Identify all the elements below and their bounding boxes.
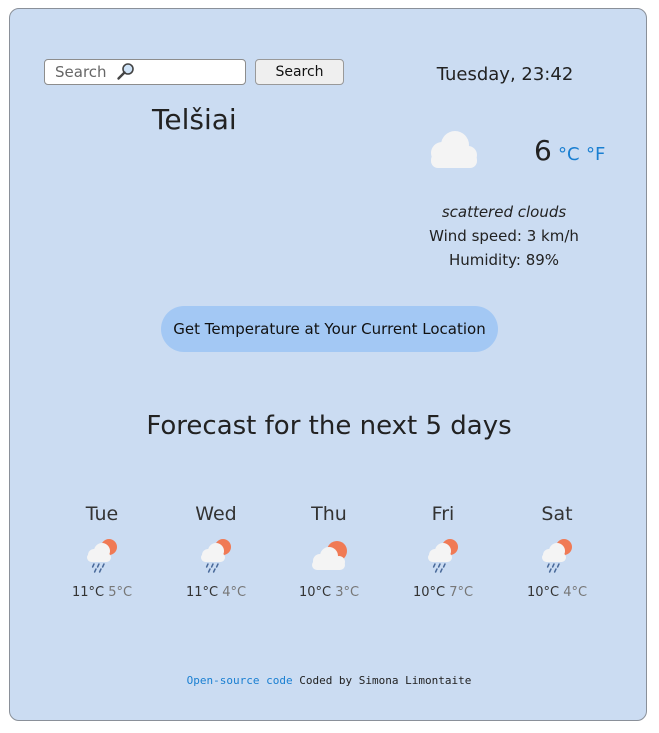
fahrenheit-link[interactable]: °F — [586, 144, 605, 165]
forecast-min-temp: 4°C — [222, 585, 247, 600]
forecast-max-temp: 10°C — [412, 585, 446, 600]
forecast-day: Sat 10°C 4°C — [502, 503, 612, 600]
forecast-day: Fri 10°C 7°C — [388, 503, 498, 600]
source-code-link[interactable]: Open-source code — [187, 674, 293, 687]
search-button[interactable]: Search — [255, 59, 344, 85]
forecast-max-temp: 10°C — [298, 585, 332, 600]
forecast-day-name: Tue — [85, 503, 119, 525]
forecast-day-name: Wed — [195, 503, 237, 525]
forecast-temperatures: 11°C 4°C — [161, 585, 271, 600]
sun-rain-cloud-icon — [87, 539, 117, 573]
celsius-link[interactable]: °C — [558, 144, 580, 165]
forecast-max-temp: 10°C — [526, 585, 560, 600]
forecast-day: Tue 11°C 5°C — [47, 503, 157, 600]
current-location-button[interactable]: Get Temperature at Your Current Location — [161, 306, 498, 352]
forecast-temperatures: 11°C 5°C — [47, 585, 157, 600]
footer-credit: Coded by Simona Limontaite — [292, 674, 472, 687]
forecast-max-temp: 11°C — [71, 585, 105, 600]
forecast-title: Forecast for the next 5 days — [146, 411, 512, 441]
sun-rain-cloud-icon — [201, 539, 231, 573]
forecast-day: Wed 11°C 4°C — [161, 503, 271, 600]
city-name: Telšiai — [152, 103, 237, 136]
sun-behind-cloud-icon — [312, 541, 347, 570]
forecast-min-temp: 7°C — [449, 585, 474, 600]
cloud-icon — [431, 131, 477, 168]
search-input[interactable] — [44, 59, 246, 85]
sun-rain-cloud-icon — [542, 539, 572, 573]
forecast-min-temp: 4°C — [563, 585, 588, 600]
search-icon — [117, 63, 134, 80]
forecast-day-name: Sat — [541, 503, 573, 525]
forecast-min-temp: 5°C — [108, 585, 133, 600]
wind-speed: Wind speed: 3 km/h — [429, 227, 579, 245]
current-datetime: Tuesday, 23:42 — [436, 64, 574, 85]
forecast-temperatures: 10°C 3°C — [274, 585, 384, 600]
humidity: Humidity: 89% — [448, 251, 560, 269]
weather-card: Search Tuesday, 23:42 Telšiai 6 °C °F sc… — [9, 8, 647, 721]
forecast-day: Thu 10°C 3°C — [274, 503, 384, 600]
weather-description: scattered clouds — [441, 203, 567, 221]
forecast-temperatures: 10°C 7°C — [388, 585, 498, 600]
forecast-min-temp: 3°C — [335, 585, 360, 600]
current-temperature: 6 — [534, 134, 552, 167]
forecast-max-temp: 11°C — [185, 585, 219, 600]
forecast-day-name: Fri — [431, 503, 455, 525]
forecast-day-name: Thu — [311, 503, 347, 525]
sun-rain-cloud-icon — [428, 539, 458, 573]
forecast-temperatures: 10°C 4°C — [502, 585, 612, 600]
footer: Open-source code Coded by Simona Limonta… — [10, 674, 648, 687]
